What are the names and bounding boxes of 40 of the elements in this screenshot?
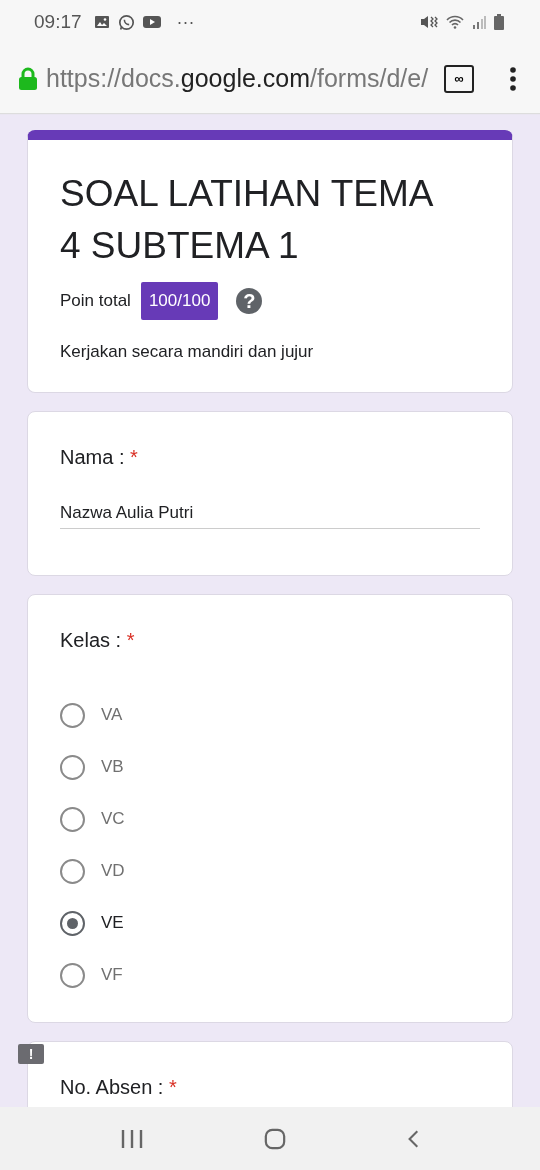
option-label[interactable]: VE — [101, 913, 124, 933]
chat-icon — [117, 13, 135, 31]
mute-icon — [420, 14, 438, 30]
radio-button[interactable] — [60, 806, 85, 832]
battery-icon — [494, 14, 504, 30]
wifi-icon — [446, 15, 464, 29]
tab-switcher[interactable]: ∞ — [444, 64, 474, 93]
points-label: Poin total — [60, 291, 131, 311]
radio-button[interactable] — [60, 754, 85, 780]
help-icon[interactable]: ? — [236, 288, 263, 314]
points-score: 100/100 — [140, 282, 219, 320]
recent-apps-icon[interactable] — [120, 1128, 143, 1149]
url-field[interactable]: https://docs.google.com/forms/d/e/ — [46, 64, 432, 93]
required-mark: * — [130, 446, 138, 468]
more-notifications: ··· — [176, 11, 195, 33]
radio-button[interactable] — [60, 910, 85, 936]
option-label[interactable]: VA — [101, 705, 123, 725]
form-title: SOAL LATIHAN TEMA 4 SUBTEMA 1 — [60, 172, 434, 268]
option-label[interactable]: VF — [101, 965, 123, 985]
radio-button[interactable] — [60, 858, 85, 884]
option-label[interactable]: VC — [101, 809, 125, 829]
question-label: No. Absen : — [60, 1076, 164, 1098]
video-icon — [142, 15, 161, 29]
menu-icon[interactable] — [510, 66, 516, 91]
signal-icon — [472, 15, 486, 29]
back-icon[interactable] — [407, 1128, 420, 1149]
radio-button[interactable] — [60, 962, 85, 988]
question-label: Kelas : — [60, 629, 122, 651]
clock: 09:17 — [34, 11, 82, 33]
home-icon[interactable] — [264, 1127, 286, 1150]
image-icon — [93, 14, 110, 30]
option-label[interactable]: VD — [101, 861, 125, 881]
answer-field[interactable]: Nazwa Aulia Putri — [60, 497, 480, 529]
required-mark: * — [168, 1076, 177, 1098]
form-description: Kerjakan secara mandiri dan jujur — [60, 342, 315, 362]
required-mark: * — [126, 629, 135, 651]
question-label: Nama : — [60, 446, 125, 468]
radio-button[interactable] — [60, 702, 85, 728]
error-flag: ! — [18, 1044, 44, 1064]
option-label[interactable]: VB — [101, 757, 124, 777]
